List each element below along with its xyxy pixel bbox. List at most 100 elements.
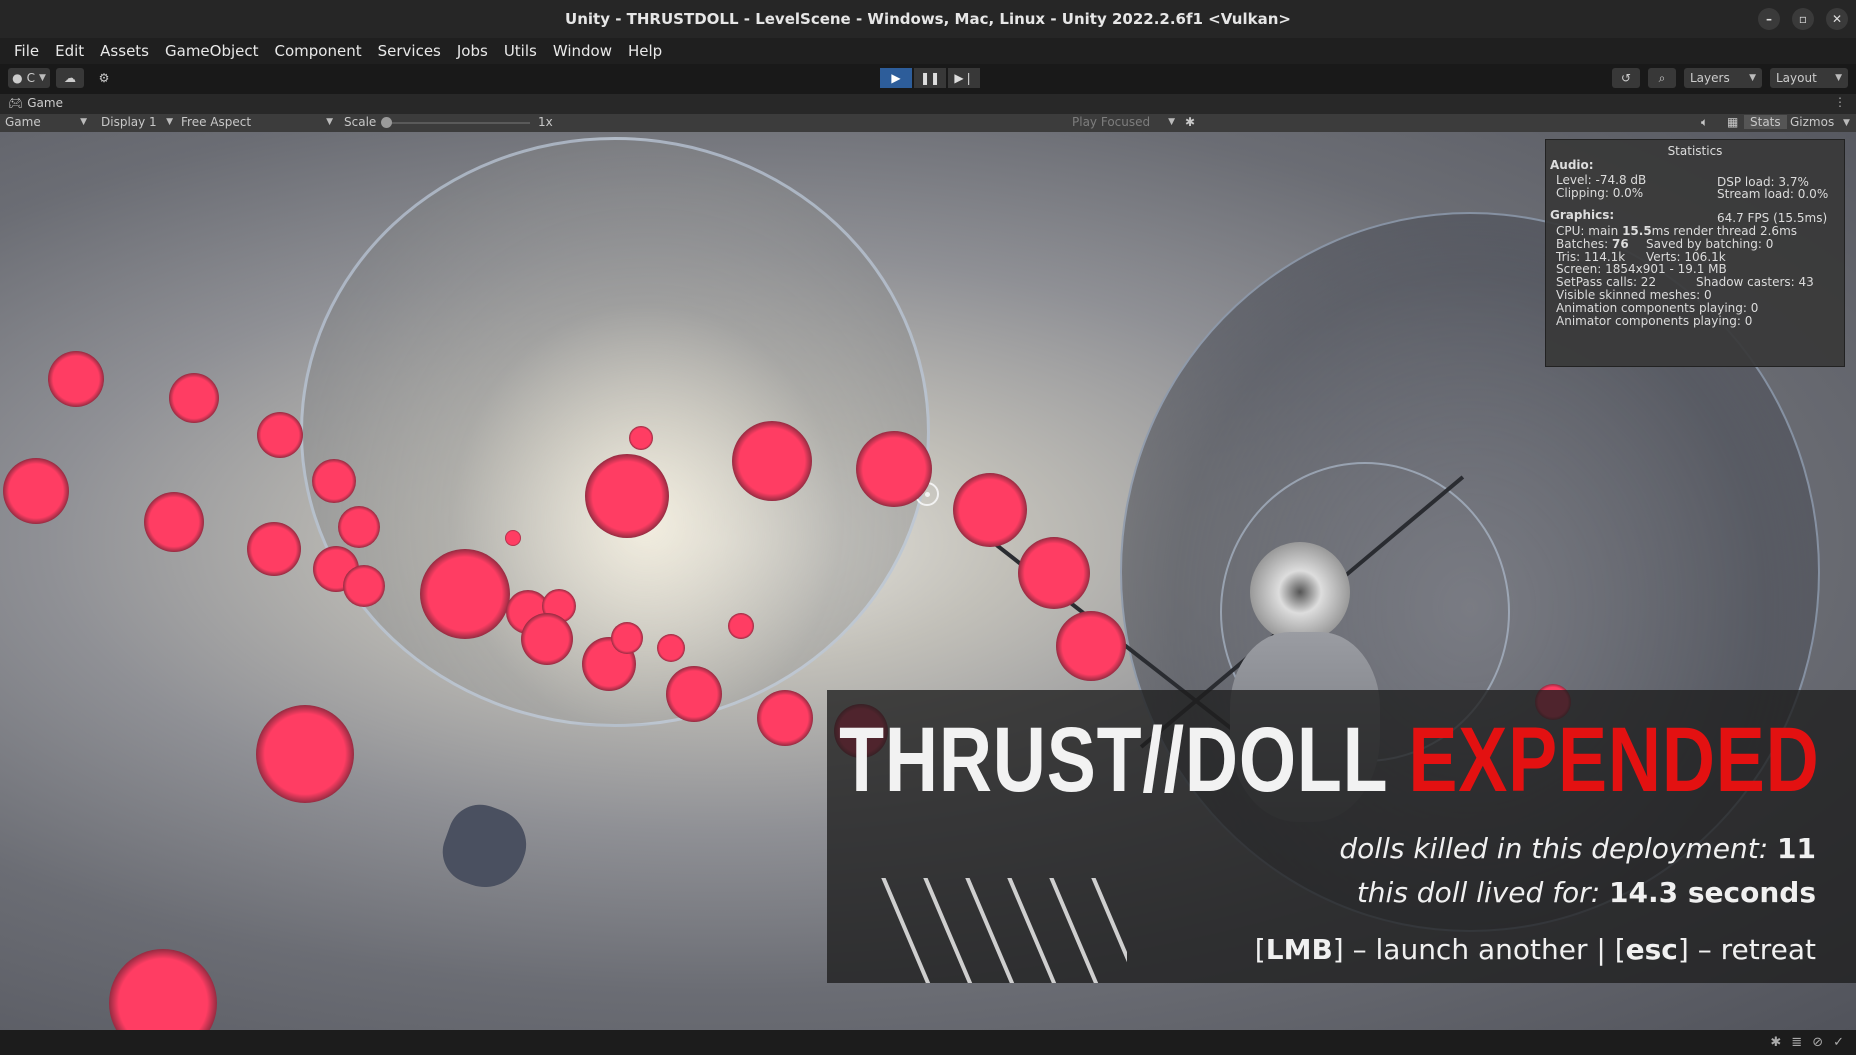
account-label: C <box>26 71 35 85</box>
enemy-orb <box>657 634 685 662</box>
shadow-casters-readout: Shadow casters: 43 <box>1696 275 1814 289</box>
bug-icon[interactable]: ✱ <box>1185 115 1195 129</box>
play-focused-dropdown[interactable]: Play Focused ▼ <box>1072 115 1175 129</box>
enemy-orb <box>338 506 380 548</box>
cpu-suffix: ms render thread 2.6ms <box>1651 224 1798 238</box>
enemy-orb <box>1018 537 1090 609</box>
cpu-prefix: CPU: main <box>1556 224 1623 238</box>
main-toolbar: ● C ▼ ☁ ⚙ ▶ ❚❚ ▶❘ ↺ ⌕ Layers ▼ Layout ▼ <box>0 64 1856 94</box>
tab-game[interactable]: 🎮︎ Game <box>8 96 63 110</box>
kebab-menu-icon[interactable]: ⋮ <box>1834 95 1846 109</box>
status-bar: ✱ ≣ ⊘ ✓ <box>0 1030 1856 1055</box>
tab-game-label: Game <box>27 96 63 110</box>
display-label: Display 1 <box>101 115 157 129</box>
enemy-orb <box>169 373 219 423</box>
stats-toggle[interactable]: Stats <box>1744 115 1787 129</box>
cpu-main-value: 15.5 <box>1622 224 1652 238</box>
batches-readout: Batches: 76 <box>1556 237 1629 251</box>
pause-button[interactable]: ❚❚ <box>914 68 946 88</box>
enemy-orb <box>521 613 573 665</box>
stack-icon[interactable]: ≣ <box>1791 1035 1802 1050</box>
gizmos-toggle[interactable]: Gizmos <box>1790 115 1834 129</box>
window-title-bar: Unity - THRUSTDOLL - LevelScene - Window… <box>0 0 1856 38</box>
menu-services[interactable]: Services <box>370 42 449 60</box>
graphics-header: Graphics: <box>1550 208 1615 222</box>
minimize-button[interactable]: – <box>1758 8 1780 30</box>
enemy-orb <box>257 412 303 458</box>
audio-mute-icon[interactable]: 🔈︎ <box>1701 115 1708 130</box>
tab-bar: 🎮︎ Game ⋮ <box>0 94 1856 114</box>
title-thrustdoll: THRUST//DOLL <box>839 709 1409 811</box>
aspect-label: Free Aspect <box>181 115 252 129</box>
view-mode-dropdown[interactable]: Game ▼ <box>5 115 87 129</box>
enemy-orb <box>247 522 301 576</box>
hint-key-esc: esc <box>1625 933 1678 966</box>
animation-components-readout: Animation components playing: 0 <box>1556 301 1759 315</box>
cloud-icon: ☁ <box>64 71 76 85</box>
menu-utils[interactable]: Utils <box>496 42 545 60</box>
chevron-down-icon: ▼ <box>38 73 46 83</box>
doll-lived-value: 14.3 seconds <box>1609 876 1816 909</box>
play-icon: ▶ <box>891 71 901 85</box>
dolls-killed-label: dolls killed in this deployment: <box>1339 832 1778 865</box>
enemy-orb <box>1056 611 1126 681</box>
scale-slider-track[interactable] <box>385 122 530 124</box>
cloud-button[interactable]: ☁ <box>56 68 84 88</box>
step-icon: ▶❘ <box>954 71 974 85</box>
keyboard-icon[interactable]: ▦ <box>1727 115 1738 129</box>
play-button[interactable]: ▶ <box>880 68 912 88</box>
chevron-down-icon[interactable]: ▼ <box>1843 118 1850 128</box>
scale-label: Scale <box>344 115 377 129</box>
close-button[interactable]: ✕ <box>1826 8 1848 30</box>
enemy-orb <box>611 622 643 654</box>
bug-status-icon[interactable]: ✱ <box>1770 1035 1781 1050</box>
menu-component[interactable]: Component <box>267 42 370 60</box>
history-button[interactable]: ↺ <box>1612 68 1640 88</box>
layout-dropdown[interactable]: Layout ▼ <box>1770 68 1848 88</box>
search-button[interactable]: ⌕ <box>1648 68 1676 88</box>
game-view-controls: Game ▼ Display 1 ▼ Free Aspect ▼ Scale 1… <box>0 114 1856 132</box>
menu-assets[interactable]: Assets <box>92 42 157 60</box>
controls-hint: [LMB] – launch another | [esc] – retreat <box>1255 933 1816 966</box>
account-icon: ● <box>12 71 23 85</box>
enemy-orb <box>3 458 69 524</box>
chevron-down-icon: ▼ <box>1749 73 1756 83</box>
display-dropdown[interactable]: Display 1 ▼ <box>101 115 173 129</box>
stream-load: Stream load: 0.0% <box>1717 187 1829 201</box>
doll-head <box>1250 542 1350 642</box>
scale-slider-handle[interactable] <box>381 117 392 128</box>
enemy-orb <box>953 473 1027 547</box>
collab-button[interactable]: ⚙ <box>90 68 118 88</box>
hint-key-lmb: LMB <box>1265 933 1333 966</box>
setpass-readout: SetPass calls: 22 <box>1556 275 1657 289</box>
aspect-dropdown[interactable]: Free Aspect ▼ <box>181 115 333 129</box>
maximize-button[interactable]: ▫ <box>1792 8 1814 30</box>
account-dropdown[interactable]: ● C ▼ <box>8 68 50 88</box>
step-button[interactable]: ▶❘ <box>948 68 980 88</box>
menu-gameobject[interactable]: GameObject <box>157 42 267 60</box>
search-icon: ⌕ <box>1658 70 1666 85</box>
menu-file[interactable]: File <box>6 42 47 60</box>
check-icon[interactable]: ✓ <box>1833 1035 1844 1050</box>
enemy-orb <box>109 949 217 1030</box>
doll-lived-label: this doll lived for: <box>1356 876 1610 909</box>
window-controls: – ▫ ✕ <box>1758 8 1848 30</box>
menu-jobs[interactable]: Jobs <box>449 42 496 60</box>
audio-clipping: Clipping: 0.0% <box>1556 186 1644 200</box>
title-expended: EXPENDED <box>1408 709 1820 811</box>
enemy-orb <box>728 613 754 639</box>
hazard-stripes <box>857 878 1127 983</box>
gamepad-icon: 🎮︎ <box>8 96 24 110</box>
saved-by-batching: Saved by batching: 0 <box>1646 237 1774 251</box>
menu-help[interactable]: Help <box>620 42 670 60</box>
network-icon[interactable]: ⊘ <box>1812 1035 1823 1050</box>
enemy-orb <box>629 426 653 450</box>
layers-dropdown[interactable]: Layers ▼ <box>1684 68 1762 88</box>
enemy-orb <box>666 666 722 722</box>
batches-prefix: Batches: <box>1556 237 1612 251</box>
enemy-orb <box>505 530 521 546</box>
hint-bracket: [ <box>1254 933 1266 966</box>
menu-window[interactable]: Window <box>545 42 620 60</box>
menu-edit[interactable]: Edit <box>47 42 92 60</box>
gear-icon: ⚙ <box>98 71 110 85</box>
